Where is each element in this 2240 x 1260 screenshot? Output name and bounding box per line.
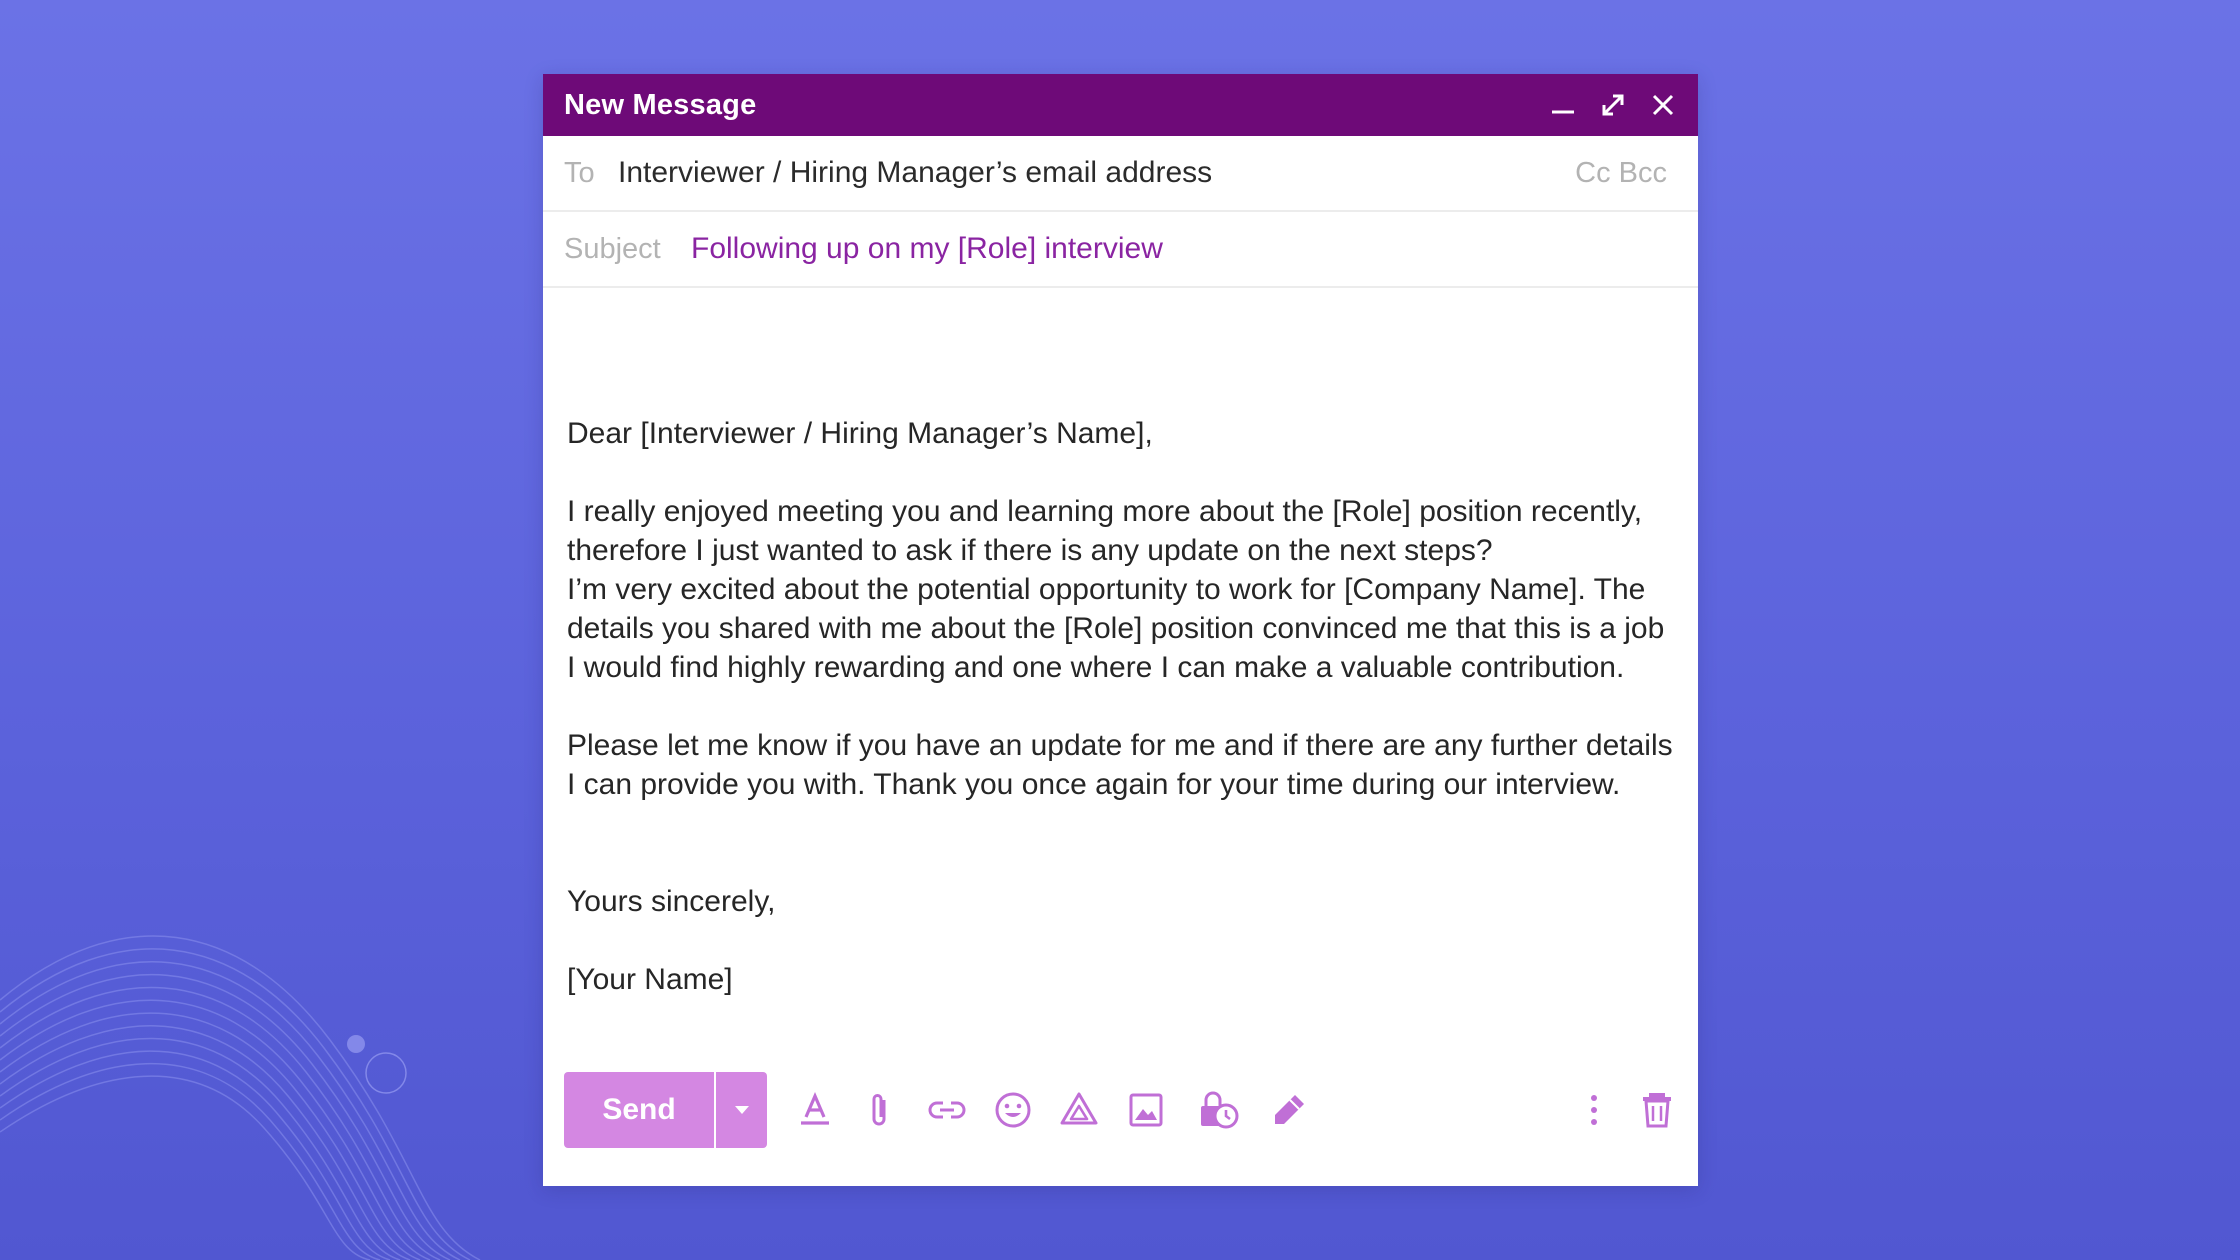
text-format-icon[interactable] [787, 1082, 843, 1138]
close-icon[interactable] [1642, 84, 1684, 126]
drive-icon[interactable] [1051, 1082, 1107, 1138]
body-paragraph: Please let me know if you have an update… [567, 729, 1673, 801]
body-closing: Yours sincerely, [567, 885, 776, 918]
image-icon[interactable] [1118, 1082, 1174, 1138]
body-paragraph: I’m very excited about the potential opp… [567, 573, 1665, 684]
cc-link[interactable]: Cc [1575, 157, 1610, 189]
to-field[interactable]: Interviewer / Hiring Manager’s email add… [618, 136, 1498, 210]
window-controls [1542, 74, 1684, 136]
send-options-button[interactable] [716, 1072, 767, 1148]
chevron-down-icon [734, 1106, 749, 1114]
to-row: To Interviewer / Hiring Manager’s email … [543, 136, 1698, 212]
bcc-link[interactable]: Bcc [1619, 157, 1667, 189]
confidential-mode-icon[interactable] [1191, 1082, 1247, 1138]
expand-icon[interactable] [1592, 84, 1634, 126]
signature-icon[interactable] [1261, 1082, 1317, 1138]
emoji-icon[interactable] [985, 1082, 1041, 1138]
more-options-icon[interactable] [1566, 1082, 1622, 1138]
window-title: New Message [564, 89, 757, 121]
subject-row: Subject Following up on my [Role] interv… [543, 212, 1698, 288]
cc-bcc-links: Cc Bcc [1575, 136, 1667, 210]
subject-label: Subject [564, 233, 661, 265]
body-signature: [Your Name] [567, 963, 733, 996]
body-paragraph: I really enjoyed meeting you and learnin… [567, 495, 1643, 567]
send-button[interactable]: Send [564, 1072, 714, 1148]
body-greeting: Dear [Interviewer / Hiring Manager’s Nam… [567, 417, 1153, 450]
link-icon[interactable] [919, 1082, 975, 1138]
trash-icon[interactable] [1629, 1082, 1685, 1138]
minimize-icon[interactable] [1542, 84, 1584, 126]
compose-window: New Message To Interviewer / Hiring Mana… [543, 74, 1698, 1186]
compose-toolbar: Send [543, 1072, 1698, 1152]
attachment-icon[interactable] [852, 1082, 908, 1138]
compose-titlebar: New Message [543, 74, 1698, 136]
to-label: To [564, 157, 595, 189]
subject-field[interactable]: Following up on my [Role] interview [691, 212, 1591, 286]
message-body[interactable]: Dear [Interviewer / Hiring Manager’s Nam… [567, 290, 1679, 1110]
